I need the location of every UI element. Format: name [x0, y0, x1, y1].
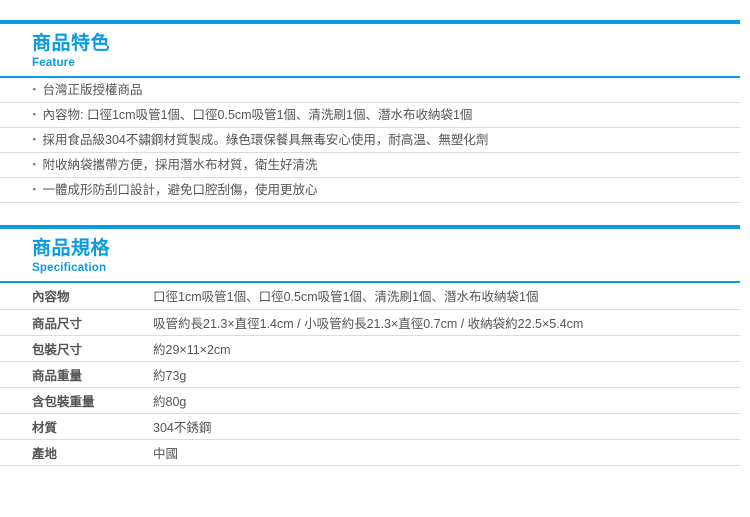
spec-section-header: 商品規格 Specification [0, 229, 750, 281]
feature-section: 商品特色 Feature ・台灣正版授權商品 ・內容物: 口徑1cm吸管1個、口… [0, 20, 750, 203]
list-item: ・一體成形防刮口設計，避免口腔刮傷，使用更放心 [0, 178, 740, 203]
list-item-text: 台灣正版授權商品 [42, 83, 143, 97]
spec-value: 口徑1cm吸管1個、口徑0.5cm吸管1個、清洗刷1個、潛水布收納袋1個 [153, 283, 740, 310]
spec-value: 304不銹鋼 [153, 413, 740, 440]
spec-label: 商品尺寸 [0, 309, 153, 336]
spec-label: 包裝尺寸 [0, 335, 153, 362]
table-row: 含包裝重量 約80g [0, 387, 740, 414]
specification-table: 內容物 口徑1cm吸管1個、口徑0.5cm吸管1個、清洗刷1個、潛水布收納袋1個… [0, 283, 740, 466]
spec-label: 內容物 [0, 283, 153, 310]
list-item: ・附收納袋攜帶方便，採用潛水布材質，衛生好清洗 [0, 153, 740, 178]
spec-value: 吸管約長21.3×直徑1.4cm / 小吸管約長21.3×直徑0.7cm / 收… [153, 309, 740, 336]
spec-label: 含包裝重量 [0, 387, 153, 414]
list-item-text: 內容物: 口徑1cm吸管1個、口徑0.5cm吸管1個、清洗刷1個、潛水布收納袋1… [42, 108, 473, 122]
spec-value: 中國 [153, 439, 740, 466]
feature-bullet-list: ・台灣正版授權商品 ・內容物: 口徑1cm吸管1個、口徑0.5cm吸管1個、清洗… [0, 78, 740, 203]
spec-value: 約73g [153, 361, 740, 388]
list-item-text: 附收納袋攜帶方便，採用潛水布材質，衛生好清洗 [42, 158, 318, 172]
table-row: 內容物 口徑1cm吸管1個、口徑0.5cm吸管1個、清洗刷1個、潛水布收納袋1個 [0, 283, 740, 310]
bullet-icon: ・ [28, 83, 41, 97]
list-item: ・台灣正版授權商品 [0, 78, 740, 103]
bullet-icon: ・ [28, 183, 41, 197]
table-row: 商品尺寸 吸管約長21.3×直徑1.4cm / 小吸管約長21.3×直徑0.7c… [0, 309, 740, 336]
table-row: 材質 304不銹鋼 [0, 413, 740, 440]
spec-title-cn: 商品規格 [32, 238, 111, 259]
spec-label: 商品重量 [0, 361, 153, 388]
list-item: ・採用食品級304不鏽鋼材質製成。綠色環保餐具無毒安心使用，耐高溫、無塑化劑 [0, 128, 740, 153]
feature-section-header: 商品特色 Feature [0, 24, 750, 76]
table-row: 商品重量 約73g [0, 361, 740, 388]
list-item-text: 採用食品級304不鏽鋼材質製成。綠色環保餐具無毒安心使用，耐高溫、無塑化劑 [42, 133, 489, 147]
table-row: 包裝尺寸 約29×11×2cm [0, 335, 740, 362]
feature-title-cn: 商品特色 [32, 33, 111, 54]
spec-value: 約80g [153, 387, 740, 414]
product-detail-page: 商品特色 Feature ・台灣正版授權商品 ・內容物: 口徑1cm吸管1個、口… [0, 0, 750, 517]
specification-section: 商品規格 Specification 內容物 口徑1cm吸管1個、口徑0.5cm… [0, 225, 750, 466]
bullet-icon: ・ [28, 108, 41, 122]
spec-label: 材質 [0, 413, 153, 440]
list-item-text: 一體成形防刮口設計，避免口腔刮傷，使用更放心 [42, 183, 318, 197]
bullet-icon: ・ [28, 133, 41, 147]
feature-title-en: Feature [32, 57, 75, 69]
spec-value: 約29×11×2cm [153, 335, 740, 362]
table-row: 產地 中國 [0, 439, 740, 466]
spec-title-en: Specification [32, 262, 107, 274]
bullet-icon: ・ [28, 158, 41, 172]
spec-label: 產地 [0, 439, 153, 466]
list-item: ・內容物: 口徑1cm吸管1個、口徑0.5cm吸管1個、清洗刷1個、潛水布收納袋… [0, 103, 740, 128]
